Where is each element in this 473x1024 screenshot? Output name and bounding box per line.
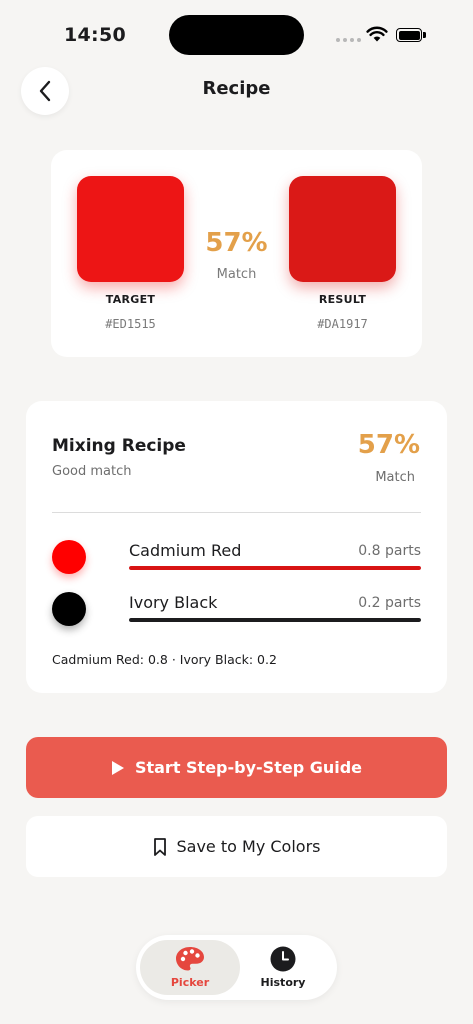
pigment-parts: 0.8 parts	[358, 543, 421, 559]
target-hex: #ED1515	[105, 317, 156, 331]
tab-history[interactable]: History	[233, 940, 333, 995]
save-to-colors-button[interactable]: Save to My Colors	[26, 816, 447, 877]
recipe-subtitle: Good match	[52, 464, 132, 479]
pigment-row: Ivory Black 0.2 parts	[52, 589, 421, 629]
tab-history-label: History	[260, 976, 306, 989]
status-time: 14:50	[64, 24, 126, 46]
pigment-color-dot	[52, 592, 86, 626]
recipe-title: Mixing Recipe	[52, 436, 186, 456]
save-to-colors-label: Save to My Colors	[176, 837, 321, 856]
tab-picker-label: Picker	[170, 976, 210, 989]
color-compare-card: TARGET #ED1515 57% Match RESULT #DA1917	[51, 150, 422, 357]
pigment-bar	[129, 566, 421, 570]
start-guide-label: Start Step-by-Step Guide	[134, 758, 363, 777]
status-bar: 14:50	[0, 0, 473, 60]
result-hex: #DA1917	[317, 317, 368, 331]
pigment-color-dot	[52, 540, 86, 574]
pigment-row: Cadmium Red 0.8 parts	[52, 537, 421, 577]
play-icon	[111, 760, 124, 775]
target-swatch	[77, 176, 184, 282]
pigment-bar-fill	[129, 566, 421, 570]
pigment-bar	[129, 618, 421, 622]
divider	[52, 512, 421, 513]
compare-match-percent: 57%	[205, 228, 268, 258]
recipe-summary: Cadmium Red: 0.8 · Ivory Black: 0.2	[52, 652, 277, 667]
clock-icon	[270, 946, 296, 972]
result-label: RESULT	[318, 293, 367, 306]
recipe-match-label: Match	[375, 470, 415, 485]
cellular-signal-icon	[336, 38, 361, 42]
result-swatch	[289, 176, 396, 282]
battery-icon	[396, 28, 426, 42]
target-label: TARGET	[105, 293, 156, 306]
page-title: Recipe	[202, 78, 271, 99]
pigment-parts: 0.2 parts	[358, 595, 421, 611]
pigment-name: Cadmium Red	[129, 541, 242, 560]
palette-icon	[176, 947, 204, 971]
mixing-recipe-card: Mixing Recipe Good match 57% Match Cadmi…	[26, 401, 447, 693]
dynamic-island	[169, 15, 304, 55]
pigment-bar-fill	[129, 618, 421, 622]
start-guide-button[interactable]: Start Step-by-Step Guide	[26, 737, 447, 798]
compare-match-label: Match	[216, 267, 257, 282]
tab-picker[interactable]: Picker	[140, 940, 240, 995]
wifi-icon	[366, 26, 388, 42]
pigment-name: Ivory Black	[129, 593, 218, 612]
recipe-match-percent: 57%	[357, 430, 420, 460]
bookmark-icon	[153, 837, 166, 856]
tab-bar: Picker History	[136, 935, 337, 1000]
